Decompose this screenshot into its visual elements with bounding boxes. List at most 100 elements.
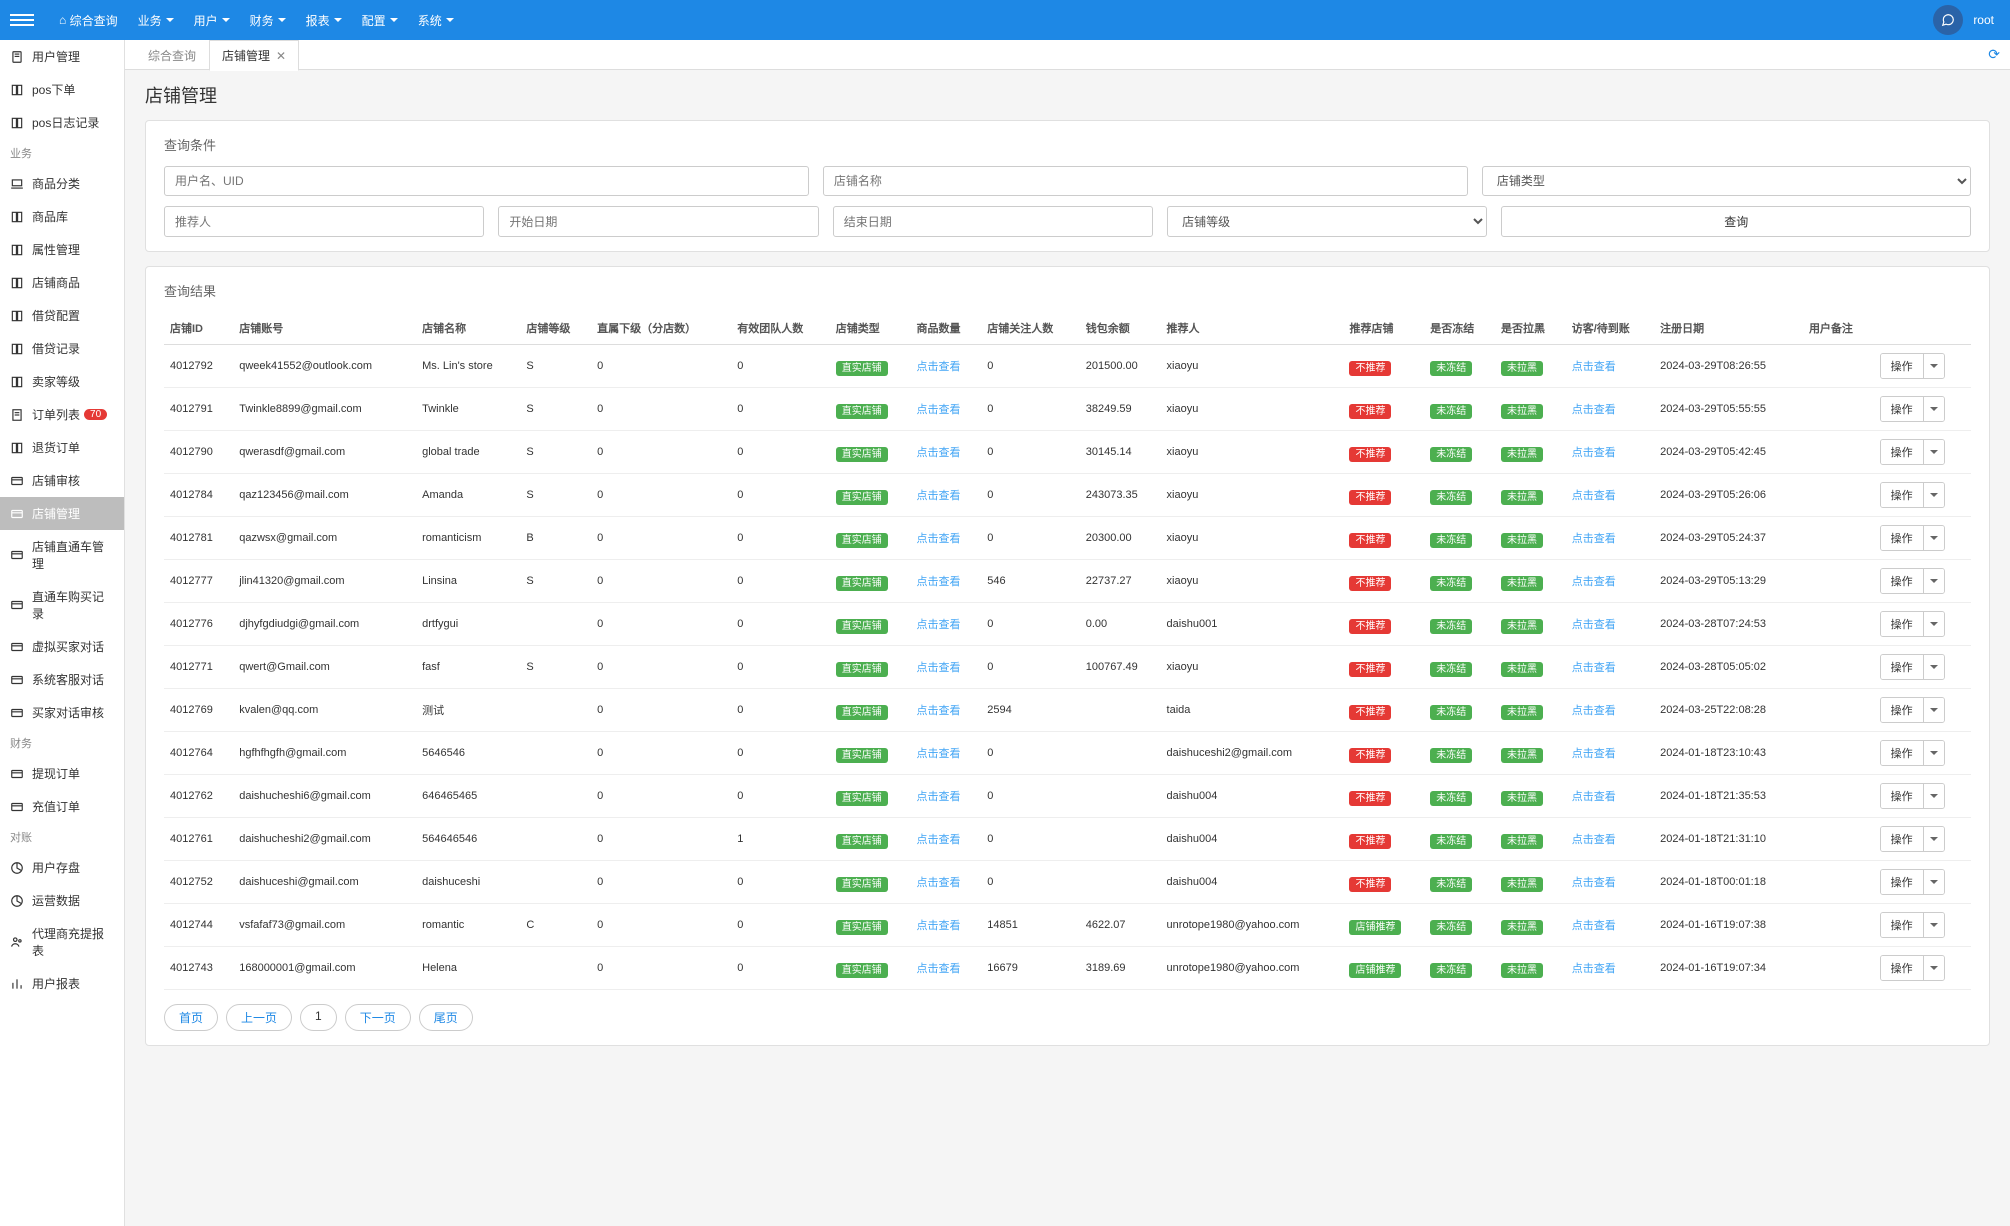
shop-type-select[interactable]: 店铺类型 <box>1482 166 1971 196</box>
operate-button[interactable]: 操作 <box>1880 912 1945 938</box>
user-menu[interactable]: root <box>1973 13 2000 27</box>
sidebar-item-7[interactable]: 店铺商品 <box>0 266 124 299</box>
visitor-link[interactable]: 点击查看 <box>1572 877 1616 889</box>
view-products-link[interactable]: 点击查看 <box>917 576 961 588</box>
sidebar-item-10[interactable]: 卖家等级 <box>0 365 124 398</box>
operate-dropdown[interactable] <box>1923 827 1944 851</box>
operate-dropdown[interactable] <box>1923 655 1944 679</box>
view-products-link[interactable]: 点击查看 <box>917 619 961 631</box>
page-prev[interactable]: 上一页 <box>226 1004 292 1031</box>
sidebar-item-5[interactable]: 商品库 <box>0 200 124 233</box>
operate-button[interactable]: 操作 <box>1880 525 1945 551</box>
operate-button[interactable]: 操作 <box>1880 568 1945 594</box>
view-products-link[interactable]: 点击查看 <box>917 361 961 373</box>
refresh-icon[interactable]: ⟳ <box>1988 46 2000 63</box>
operate-dropdown[interactable] <box>1923 741 1944 765</box>
operate-button[interactable]: 操作 <box>1880 654 1945 680</box>
operate-dropdown[interactable] <box>1923 956 1944 980</box>
sidebar-item-11[interactable]: 订单列表70 <box>0 398 124 431</box>
visitor-link[interactable]: 点击查看 <box>1572 361 1616 373</box>
topnav-2[interactable]: 用户 <box>184 0 240 40</box>
topnav-3[interactable]: 财务 <box>240 0 296 40</box>
sidebar-item-16[interactable]: 直通车购买记录 <box>0 580 124 630</box>
view-products-link[interactable]: 点击查看 <box>917 490 961 502</box>
operate-button[interactable]: 操作 <box>1880 869 1945 895</box>
page-next[interactable]: 下一页 <box>345 1004 411 1031</box>
sidebar-item-12[interactable]: 退货订单 <box>0 431 124 464</box>
hamburger-icon[interactable] <box>10 8 34 32</box>
close-icon[interactable]: ✕ <box>276 49 286 63</box>
tab-0[interactable]: 综合查询 <box>135 40 209 70</box>
view-products-link[interactable]: 点击查看 <box>917 447 961 459</box>
operate-button[interactable]: 操作 <box>1880 740 1945 766</box>
sidebar-item-17[interactable]: 虚拟买家对话 <box>0 630 124 663</box>
operate-button[interactable]: 操作 <box>1880 353 1945 379</box>
operate-dropdown[interactable] <box>1923 569 1944 593</box>
operate-dropdown[interactable] <box>1923 913 1944 937</box>
view-products-link[interactable]: 点击查看 <box>917 404 961 416</box>
operate-button[interactable]: 操作 <box>1880 783 1945 809</box>
sidebar-item-8[interactable]: 借贷配置 <box>0 299 124 332</box>
view-products-link[interactable]: 点击查看 <box>917 748 961 760</box>
operate-button[interactable]: 操作 <box>1880 697 1945 723</box>
end-date-input[interactable] <box>833 206 1153 237</box>
topnav-0[interactable]: ⌂ 综合查询 <box>49 0 128 40</box>
visitor-link[interactable]: 点击查看 <box>1572 791 1616 803</box>
tab-1[interactable]: 店铺管理✕ <box>209 40 299 71</box>
sidebar-item-4[interactable]: 商品分类 <box>0 167 124 200</box>
user-uid-input[interactable] <box>164 166 809 196</box>
operate-dropdown[interactable] <box>1923 397 1944 421</box>
sidebar-item-15[interactable]: 店铺直通车管理 <box>0 530 124 580</box>
visitor-link[interactable]: 点击查看 <box>1572 490 1616 502</box>
operate-button[interactable]: 操作 <box>1880 439 1945 465</box>
operate-button[interactable]: 操作 <box>1880 955 1945 981</box>
operate-dropdown[interactable] <box>1923 483 1944 507</box>
view-products-link[interactable]: 点击查看 <box>917 963 961 975</box>
operate-dropdown[interactable] <box>1923 440 1944 464</box>
view-products-link[interactable]: 点击查看 <box>917 705 961 717</box>
sidebar-item-25[interactable]: 运营数据 <box>0 884 124 917</box>
view-products-link[interactable]: 点击查看 <box>917 533 961 545</box>
sidebar-item-18[interactable]: 系统客服对话 <box>0 663 124 696</box>
page-current[interactable]: 1 <box>300 1004 337 1031</box>
operate-dropdown[interactable] <box>1923 526 1944 550</box>
sidebar-item-13[interactable]: 店铺审核 <box>0 464 124 497</box>
visitor-link[interactable]: 点击查看 <box>1572 834 1616 846</box>
visitor-link[interactable]: 点击查看 <box>1572 533 1616 545</box>
visitor-link[interactable]: 点击查看 <box>1572 920 1616 932</box>
query-button[interactable]: 查询 <box>1501 206 1971 237</box>
operate-dropdown[interactable] <box>1923 612 1944 636</box>
sidebar-item-6[interactable]: 属性管理 <box>0 233 124 266</box>
view-products-link[interactable]: 点击查看 <box>917 662 961 674</box>
visitor-link[interactable]: 点击查看 <box>1572 447 1616 459</box>
visitor-link[interactable]: 点击查看 <box>1572 705 1616 717</box>
view-products-link[interactable]: 点击查看 <box>917 877 961 889</box>
sidebar-item-27[interactable]: 用户报表 <box>0 967 124 1000</box>
visitor-link[interactable]: 点击查看 <box>1572 619 1616 631</box>
shop-name-input[interactable] <box>823 166 1468 196</box>
sidebar-item-24[interactable]: 用户存盘 <box>0 851 124 884</box>
topnav-5[interactable]: 配置 <box>352 0 408 40</box>
sidebar-item-9[interactable]: 借贷记录 <box>0 332 124 365</box>
visitor-link[interactable]: 点击查看 <box>1572 748 1616 760</box>
chat-button[interactable] <box>1933 5 1963 35</box>
page-first[interactable]: 首页 <box>164 1004 218 1031</box>
view-products-link[interactable]: 点击查看 <box>917 920 961 932</box>
topnav-4[interactable]: 报表 <box>296 0 352 40</box>
operate-dropdown[interactable] <box>1923 870 1944 894</box>
visitor-link[interactable]: 点击查看 <box>1572 963 1616 975</box>
topnav-6[interactable]: 系统 <box>408 0 464 40</box>
operate-button[interactable]: 操作 <box>1880 611 1945 637</box>
visitor-link[interactable]: 点击查看 <box>1572 404 1616 416</box>
topnav-1[interactable]: 业务 <box>128 0 184 40</box>
sidebar-item-26[interactable]: 代理商充提报表 <box>0 917 124 967</box>
sidebar-item-1[interactable]: pos下单 <box>0 73 124 106</box>
operate-dropdown[interactable] <box>1923 698 1944 722</box>
sidebar-item-2[interactable]: pos日志记录 <box>0 106 124 139</box>
visitor-link[interactable]: 点击查看 <box>1572 576 1616 588</box>
start-date-input[interactable] <box>498 206 818 237</box>
referrer-input[interactable] <box>164 206 484 237</box>
view-products-link[interactable]: 点击查看 <box>917 834 961 846</box>
operate-button[interactable]: 操作 <box>1880 396 1945 422</box>
sidebar-item-14[interactable]: 店铺管理 <box>0 497 124 530</box>
